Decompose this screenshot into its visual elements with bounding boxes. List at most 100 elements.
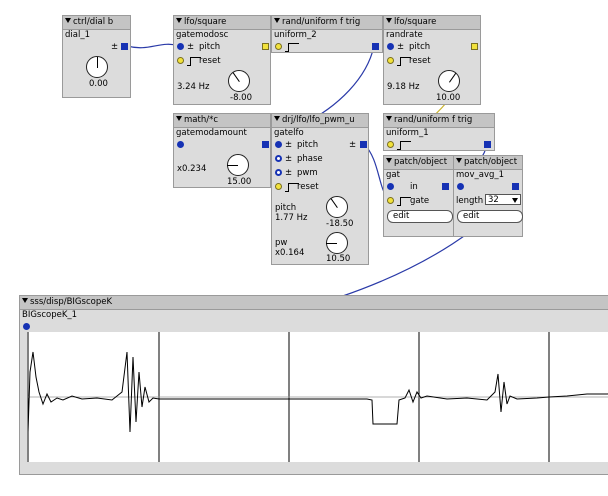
mov-inlet[interactable] — [457, 183, 464, 190]
rand1-trig-inlet[interactable] — [275, 43, 282, 50]
gat-gate-inlet[interactable] — [387, 197, 394, 204]
pwm-pitch-knob[interactable] — [326, 196, 348, 218]
lfo1-header[interactable]: lfo/square — [174, 16, 270, 30]
scope-title: sss/disp/BIGscopeK — [30, 297, 113, 307]
mov-length-value: 32 — [488, 195, 499, 205]
rand1-header[interactable]: rand/uniform f trig — [272, 16, 382, 30]
rand2-title: rand/uniform f trig — [394, 115, 473, 125]
rand1-outlet[interactable] — [372, 43, 379, 50]
collapse-triangle-icon[interactable] — [22, 298, 28, 303]
pwm-pitch-inlet[interactable] — [275, 141, 282, 148]
dial-object-instance: dial_1 — [65, 30, 90, 40]
rand2-trig-inlet[interactable] — [387, 141, 394, 148]
collapse-triangle-icon[interactable] — [274, 116, 280, 121]
collapse-triangle-icon[interactable] — [274, 18, 280, 23]
pwm-phase-inlet[interactable] — [275, 155, 282, 162]
dial-object[interactable]: ctrl/dial b dial_1 ± 0.00 — [62, 15, 131, 98]
lfo2-pitch-inlet[interactable] — [387, 43, 394, 50]
patch-object-gat[interactable]: patch/object gat in gate edit — [383, 155, 455, 237]
pwm-header[interactable]: drj/lfo/lfo_pwm_u — [272, 114, 368, 128]
pwm-pwm-inlet[interactable] — [275, 169, 282, 176]
lfo1-reset-inlet[interactable] — [177, 57, 184, 64]
collapse-triangle-icon[interactable] — [65, 18, 71, 23]
math-inlet[interactable] — [177, 141, 184, 148]
pwm-pitch-label: pitch — [297, 140, 319, 150]
lfo2-header[interactable]: lfo/square — [384, 16, 480, 30]
gat-edit-button[interactable]: edit — [387, 210, 453, 223]
pwm-reset-label: reset — [297, 182, 319, 192]
pwm-title: drj/lfo/lfo_pwm_u — [282, 115, 355, 125]
lfo1-knob-value: -8.00 — [230, 93, 252, 103]
pwm-pwm-label: pwm — [297, 168, 318, 178]
collapse-triangle-icon[interactable] — [386, 158, 392, 163]
mov-outlet[interactable] — [512, 183, 519, 190]
pwm-phase-label: phase — [297, 154, 323, 164]
scope-header[interactable]: sss/disp/BIGscopeK — [20, 296, 608, 310]
rand2-header[interactable]: rand/uniform f trig — [384, 114, 494, 128]
gat-outlet[interactable] — [442, 183, 449, 190]
mov-edit-button[interactable]: edit — [457, 210, 523, 223]
dial-object-header[interactable]: ctrl/dial b — [63, 16, 130, 30]
scope-inlet[interactable] — [23, 323, 30, 330]
pwm-pitch-caption: pitch — [275, 203, 297, 213]
rand-uniform-2[interactable]: rand/uniform f trig uniform_2 — [271, 15, 383, 53]
math-title: math/*c — [184, 115, 218, 125]
lfo1-outlet[interactable] — [262, 43, 269, 50]
pwm-pitch-freq: 1.77 Hz — [275, 213, 308, 223]
pwm-pm-symbol: ± — [285, 140, 293, 150]
gat-gate-label: gate — [410, 196, 430, 206]
collapse-triangle-icon[interactable] — [386, 116, 392, 121]
bigscope-object[interactable]: sss/disp/BIGscopeK BIGscopeK_1 — [19, 295, 608, 475]
math-outlet[interactable] — [262, 141, 269, 148]
lfo2-title: lfo/square — [394, 17, 437, 27]
lfo1-pitch-inlet[interactable] — [177, 43, 184, 50]
collapse-triangle-icon[interactable] — [176, 116, 182, 121]
lfo2-pitch-label: pitch — [409, 42, 431, 52]
gat-header[interactable]: patch/object — [384, 156, 454, 170]
pwm-reset-inlet[interactable] — [275, 183, 282, 190]
pwm-out-pm-symbol: ± — [349, 140, 357, 150]
rand2-outlet[interactable] — [484, 141, 491, 148]
lfo-square-gatemodosc[interactable]: lfo/square gatemodosc ± pitch reset 3.24… — [173, 15, 271, 105]
lfo2-knob[interactable] — [438, 70, 460, 92]
dial-outlet[interactable] — [121, 43, 128, 50]
math-multiply-const[interactable]: math/*c gatemodamount x0.234 15.00 — [173, 113, 271, 188]
math-knob[interactable] — [227, 154, 249, 176]
mov-length-select[interactable]: 32 — [485, 194, 521, 205]
lfo2-outlet[interactable] — [471, 43, 478, 50]
lfo2-knob-value: 10.00 — [436, 93, 461, 103]
scope-instance: BIGscopeK_1 — [22, 310, 78, 320]
scope-waveform — [27, 351, 608, 433]
gat-in-inlet[interactable] — [387, 183, 394, 190]
gat-title: patch/object — [394, 157, 448, 167]
gat-in-label: in — [410, 182, 418, 192]
lfo1-knob[interactable] — [228, 70, 250, 92]
collapse-triangle-icon[interactable] — [386, 18, 392, 23]
pwm-pw-caption: pw — [275, 238, 288, 248]
rand-uniform-1[interactable]: rand/uniform f trig uniform_1 — [383, 113, 495, 151]
math-value: x0.234 — [177, 164, 207, 174]
dial-knob[interactable] — [86, 56, 108, 78]
scope-display — [27, 332, 608, 462]
math-knob-value: 15.00 — [227, 177, 252, 187]
pwm-pw-knob-value: 10.50 — [326, 254, 351, 264]
lfo-pwm-gatelfo[interactable]: drj/lfo/lfo_pwm_u gatelfo ± pitch ± ± ph… — [271, 113, 369, 265]
pwm-outlet[interactable] — [360, 141, 367, 148]
collapse-triangle-icon[interactable] — [176, 18, 182, 23]
scope-trace-svg — [27, 332, 608, 462]
rand1-title: rand/uniform f trig — [282, 17, 361, 27]
pwm-instance: gatelfo — [274, 128, 304, 138]
lfo-square-randrate[interactable]: lfo/square randrate ± pitch reset 9.18 H… — [383, 15, 481, 105]
lfo1-pm-symbol: ± — [187, 42, 195, 52]
patch-object-mov-avg[interactable]: patch/object mov_avg_1 length 32 edit — [453, 155, 523, 237]
collapse-triangle-icon[interactable] — [456, 158, 462, 163]
pwm-pw-knob[interactable] — [326, 232, 348, 254]
mov-length-label: length — [456, 196, 484, 206]
lfo2-pm-symbol: ± — [397, 42, 405, 52]
dial-value: 0.00 — [89, 79, 108, 89]
mov-header[interactable]: patch/object — [454, 156, 522, 170]
lfo2-reset-inlet[interactable] — [387, 57, 394, 64]
dial-object-title: ctrl/dial b — [73, 17, 114, 27]
lfo1-pitch-label: pitch — [199, 42, 221, 52]
math-header[interactable]: math/*c — [174, 114, 270, 128]
